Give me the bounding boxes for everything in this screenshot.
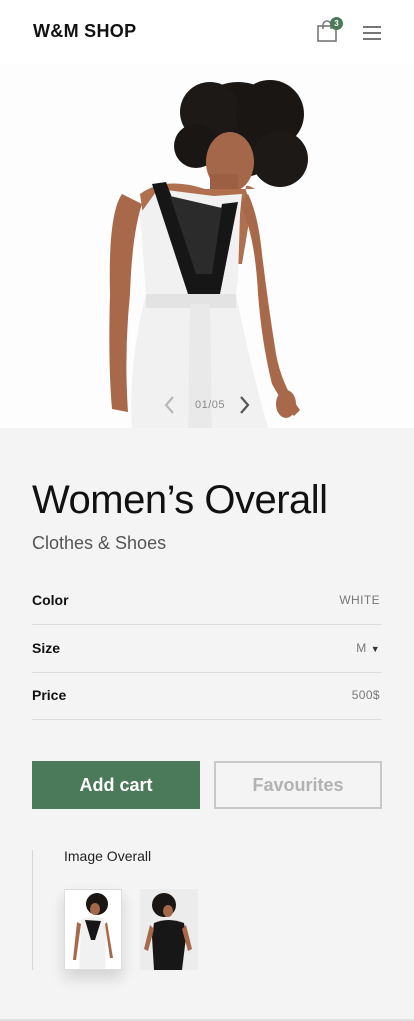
gallery-thumbnail-1[interactable] [64, 889, 122, 970]
chevron-down-icon: ▼ [370, 644, 380, 654]
thumbnail-image [140, 889, 198, 970]
size-select[interactable]: M ▼ [356, 641, 380, 655]
hamburger-menu-icon [363, 26, 381, 28]
next-slide-button[interactable] [234, 394, 254, 416]
color-label: Color [32, 592, 69, 608]
carousel-navigation: 01/05 [160, 392, 260, 418]
chevron-right-icon [240, 396, 250, 414]
add-cart-button[interactable]: Add cart [32, 761, 200, 809]
cart-button[interactable]: 3 [316, 17, 343, 44]
favourites-button[interactable]: Favourites [214, 761, 382, 809]
hamburger-menu-icon [363, 32, 381, 34]
price-label: Price [32, 687, 67, 703]
size-row[interactable]: Size M ▼ [32, 625, 382, 673]
previous-slide-button[interactable] [160, 394, 180, 416]
gallery-divider [32, 850, 33, 970]
gallery-title: Image Overall [64, 848, 152, 864]
chevron-left-icon [164, 396, 174, 414]
hamburger-menu-icon [363, 38, 381, 40]
gallery-thumbnail-2[interactable] [140, 889, 198, 970]
product-title: Women’s Overall [32, 478, 328, 522]
header: W&M SHOP 3 [0, 0, 414, 64]
menu-button[interactable] [362, 24, 384, 40]
product-photo [109, 80, 308, 428]
size-value: M [356, 641, 367, 655]
color-value: WHITE [339, 593, 380, 607]
size-label: Size [32, 640, 61, 656]
thumbnail-image [73, 893, 113, 969]
color-row: Color WHITE [32, 577, 382, 625]
price-value: 500$ [351, 688, 380, 702]
cart-count-badge: 3 [330, 17, 343, 30]
slide-counter: 01/05 [194, 399, 226, 411]
brand-logo[interactable]: W&M SHOP [33, 21, 136, 42]
product-image-carousel[interactable]: 01/05 [0, 64, 414, 428]
price-row: Price 500$ [32, 672, 382, 720]
product-category: Clothes & Shoes [32, 533, 167, 553]
